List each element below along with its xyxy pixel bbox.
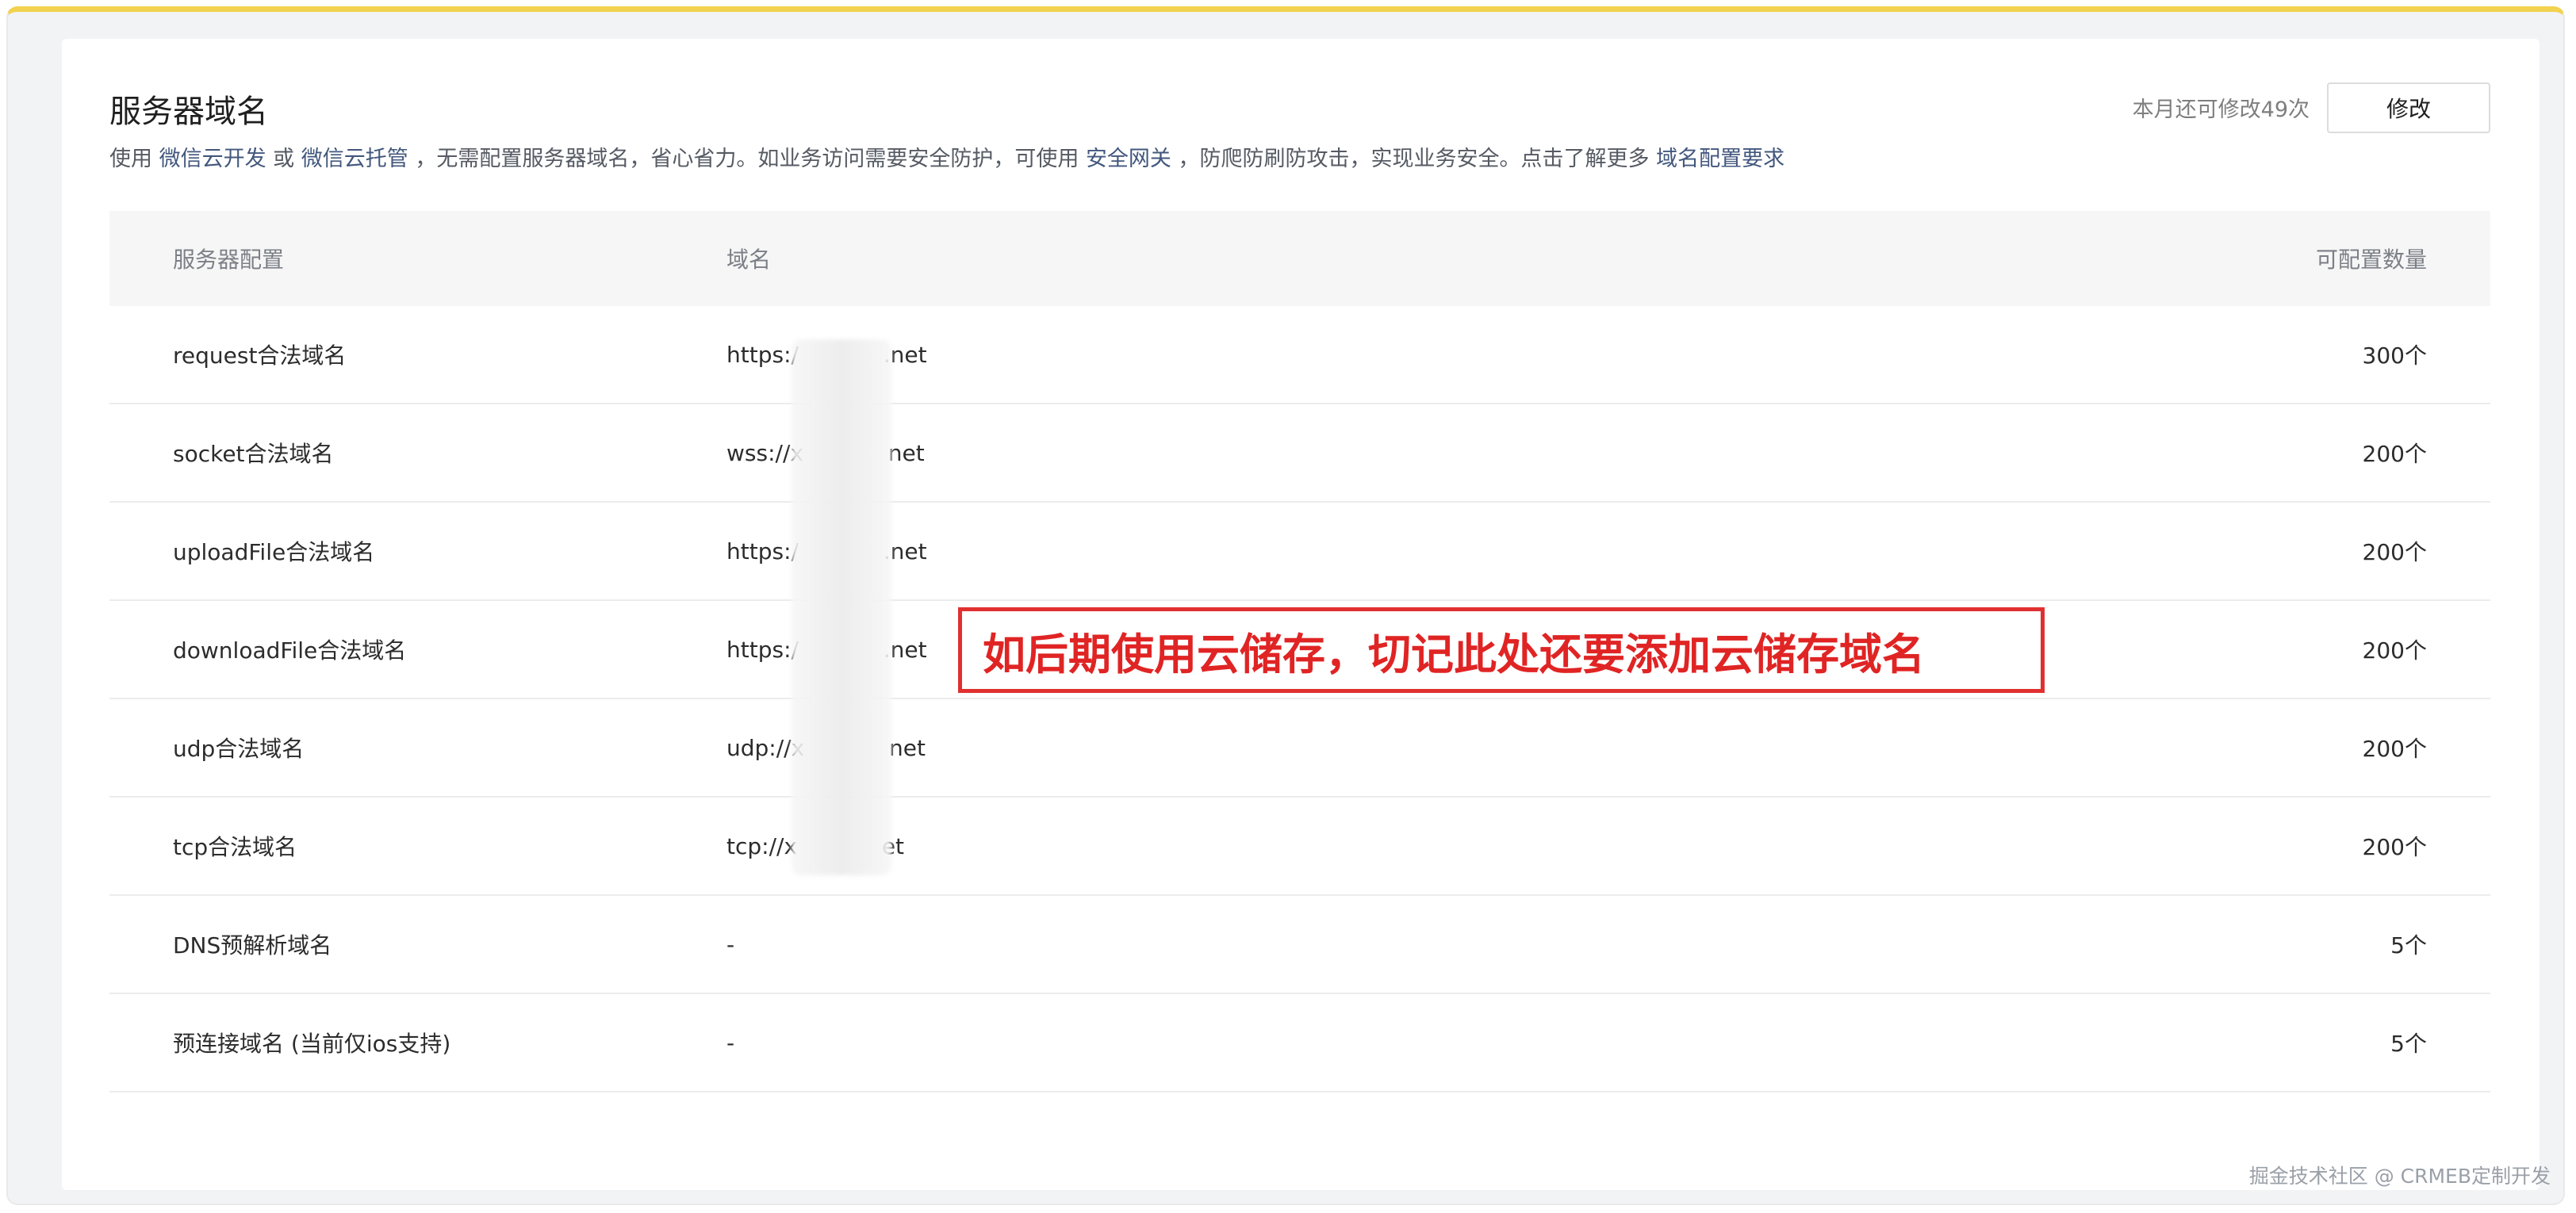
link-wechat-cloud-dev[interactable]: 微信云开发: [159, 147, 266, 171]
row-config: DNS预解析域名: [173, 932, 332, 959]
row-count: 200个: [2362, 441, 2427, 467]
table-row: request合法域名 https:/ .net 300个: [109, 306, 2490, 404]
link-wechat-cloud-hosting[interactable]: 微信云托管: [301, 147, 408, 171]
desc-text-use: 使用: [109, 147, 159, 171]
table-row: socket合法域名 wss://x net 200个: [109, 404, 2490, 503]
row-count: 200个: [2362, 637, 2427, 664]
table-row: udp合法域名 udp://x net 200个: [109, 699, 2490, 798]
row-config: request合法域名: [173, 342, 347, 369]
column-header-count: 可配置数量: [2315, 247, 2427, 273]
column-header-domain: 域名: [726, 247, 772, 273]
desc-text-end: ，防爬防刷防攻击，实现业务安全。点击了解更多: [1171, 147, 1657, 171]
row-config: tcp合法域名: [173, 834, 297, 860]
row-config: 预连接域名 (当前仅ios支持): [173, 1031, 451, 1057]
desc-text-middle: ，无需配置服务器域名，省心省力。如业务访问需要安全防护，可使用: [408, 147, 1086, 171]
link-domain-requirements[interactable]: 域名配置要求: [1656, 147, 1784, 171]
row-config: socket合法域名: [173, 441, 334, 467]
remaining-edits-text: 本月还可修改49次: [2132, 98, 2310, 122]
column-header-config: 服务器配置: [173, 247, 285, 273]
table-row: uploadFile合法域名 https:/ .net 200个: [109, 503, 2490, 601]
page-title: 服务器域名: [109, 94, 268, 130]
row-count: 200个: [2362, 736, 2427, 762]
page-description: 使用 微信云开发 或 微信云托管 ，无需配置服务器域名，省心省力。如业务访问需要…: [109, 141, 1784, 172]
row-domain: -: [726, 1029, 735, 1056]
row-config: udp合法域名: [173, 736, 305, 762]
row-count: 5个: [2390, 932, 2427, 959]
redaction-blur: [792, 339, 891, 875]
row-count: 200个: [2362, 834, 2427, 860]
row-config: downloadFile合法域名: [173, 637, 407, 664]
link-security-gateway[interactable]: 安全网关: [1086, 147, 1171, 171]
table-row: tcp合法域名 tcp://x et 200个: [109, 798, 2490, 896]
row-count: 300个: [2362, 342, 2427, 369]
row-count: 5个: [2390, 1031, 2427, 1057]
annotation-callout: 如后期使用云储存，切记此处还要添加云储存域名: [958, 607, 2045, 693]
edit-button[interactable]: 修改: [2327, 82, 2490, 133]
row-domain: -: [726, 931, 735, 958]
row-config: uploadFile合法域名: [173, 539, 375, 565]
desc-text-or: 或: [266, 147, 301, 171]
watermark: 掘金技术社区 @ CRMEB定制开发: [2248, 1165, 2551, 1188]
table-row: DNS预解析域名 - 5个: [109, 896, 2490, 994]
row-count: 200个: [2362, 539, 2427, 565]
table-row: 预连接域名 (当前仅ios支持) - 5个: [109, 994, 2490, 1092]
table-header: 服务器配置 域名 可配置数量: [109, 211, 2490, 306]
